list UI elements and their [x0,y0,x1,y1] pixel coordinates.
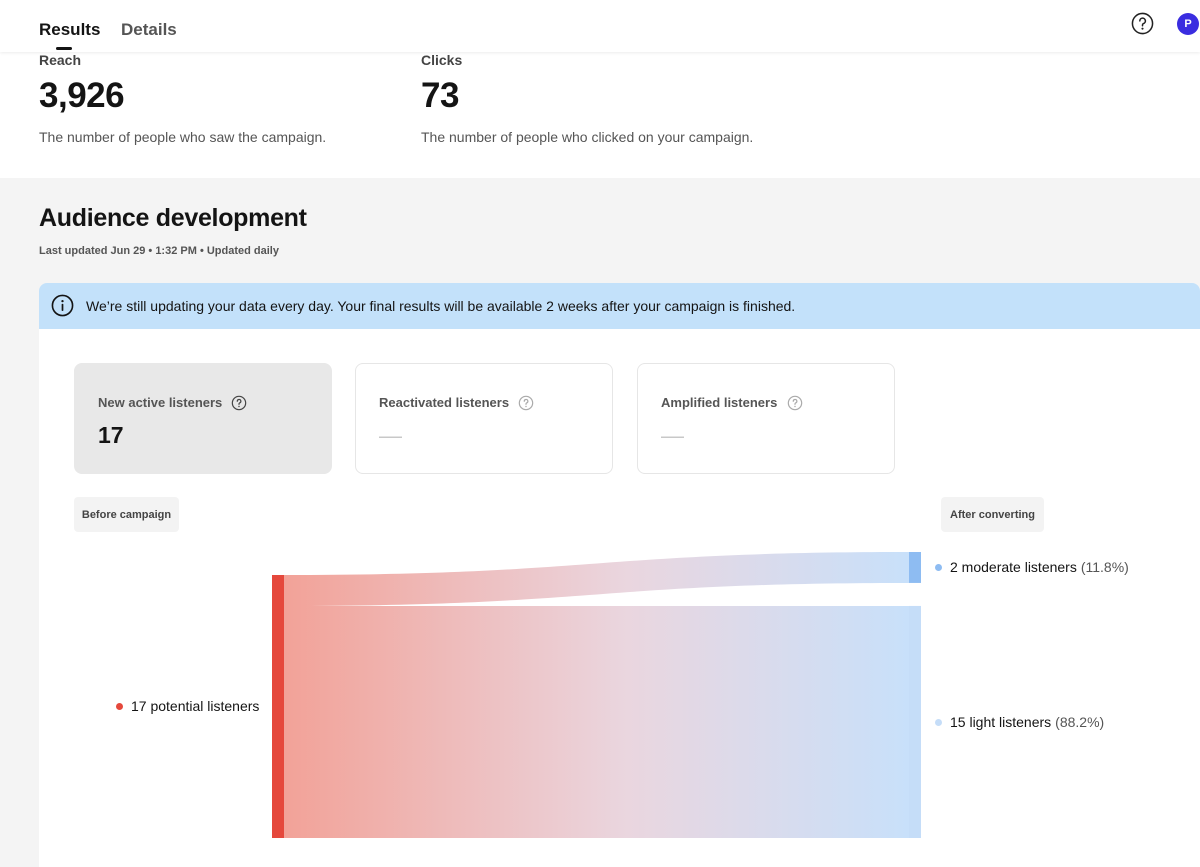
card-amplified-listeners[interactable]: Amplified listeners — [637,363,895,474]
light-dot [935,719,942,726]
card-label: Amplified listeners [661,395,778,410]
light-node-label: 15 light listeners (88.2%) [935,714,1104,730]
card-value: — [379,422,402,448]
user-avatar[interactable]: P [1177,13,1199,35]
card-reactivated-listeners[interactable]: Reactivated listeners — [355,363,613,474]
moderate-label-text: 2 moderate listeners [950,559,1077,575]
card-value: — [661,422,684,448]
top-navigation: Results Details P [0,0,1200,52]
source-dot [116,703,123,710]
tab-results[interactable]: Results [39,20,100,40]
campaign-metrics: Reach 3,926 The number of people who saw… [0,52,1200,178]
source-node-label: 17 potential listeners [116,698,259,714]
card-value: 17 [98,422,124,448]
source-label-text: 17 potential listeners [131,698,260,714]
active-tab-indicator [56,47,72,50]
moderate-node-label: 2 moderate listeners (11.8%) [935,559,1129,575]
clicks-value: 73 [421,76,459,115]
moderate-dot [935,564,942,571]
info-banner: We’re still updating your data every day… [39,283,1200,329]
tab-details[interactable]: Details [121,20,177,40]
light-label-text: 15 light listeners [950,714,1052,730]
reach-label: Reach [39,52,82,68]
reach-description: The number of people who saw the campaig… [39,129,327,145]
clicks-description: The number of people who clicked on your… [421,129,754,145]
light-percent: (88.2%) [1055,714,1105,730]
question-circle-icon[interactable] [787,395,803,411]
question-circle-icon[interactable] [518,395,534,411]
section-title: Audience development [39,204,307,232]
clicks-label: Clicks [421,52,463,68]
card-label: New active listeners [98,395,223,410]
before-campaign-tag: Before campaign [74,497,179,532]
question-circle-icon[interactable] [231,395,247,411]
moderate-percent: (11.8%) [1080,559,1129,575]
question-circle-icon[interactable] [1131,12,1154,35]
card-new-active-listeners[interactable]: New active listeners 17 [74,363,332,474]
info-icon [51,294,74,317]
info-banner-text: We’re still updating your data every day… [86,298,796,314]
after-converting-tag: After converting [941,497,1044,532]
card-label: Reactivated listeners [379,395,510,410]
reach-value: 3,926 [39,76,125,115]
last-updated-text: Last updated Jun 29 • 1:32 PM • Updated … [39,245,279,257]
